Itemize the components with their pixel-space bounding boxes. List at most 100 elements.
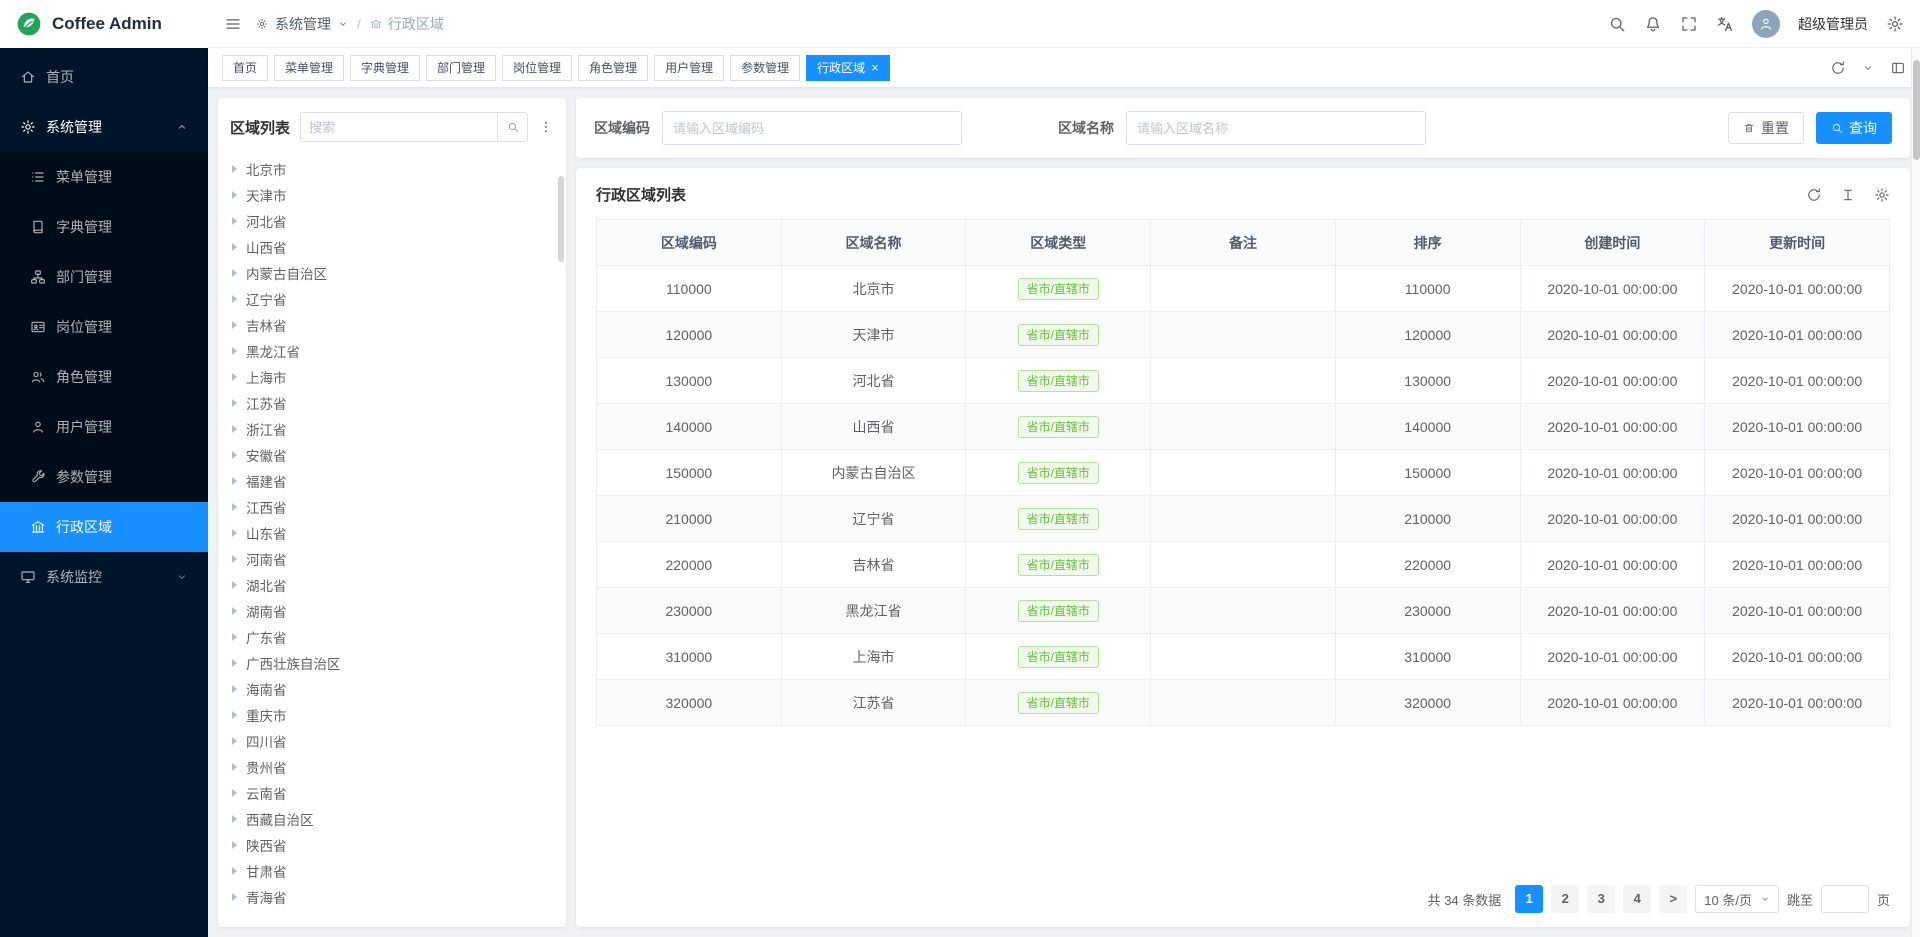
layout-icon[interactable] xyxy=(1890,60,1906,76)
caret-right-icon[interactable] xyxy=(232,841,237,849)
region-name-input[interactable] xyxy=(1126,111,1426,145)
tab-dept[interactable]: 部门管理 xyxy=(426,55,496,81)
caret-right-icon[interactable] xyxy=(232,711,237,719)
settings-gear-icon[interactable] xyxy=(1886,15,1904,33)
table-row[interactable]: 320000江苏省省市/直辖市3200002020-10-01 00:00:00… xyxy=(597,680,1890,726)
caret-right-icon[interactable] xyxy=(232,581,237,589)
tree-search-button[interactable] xyxy=(497,113,527,141)
caret-right-icon[interactable] xyxy=(232,347,237,355)
bell-icon[interactable] xyxy=(1644,15,1662,33)
caret-right-icon[interactable] xyxy=(232,607,237,615)
page-button[interactable]: 1 xyxy=(1515,885,1543,913)
sidebar-group-monitor[interactable]: 系统监控 xyxy=(0,552,208,602)
caret-right-icon[interactable] xyxy=(232,217,237,225)
caret-right-icon[interactable] xyxy=(232,815,237,823)
sidebar-item-user[interactable]: 用户管理 xyxy=(0,402,208,452)
tree-item[interactable]: 重庆市 xyxy=(218,702,566,728)
caret-right-icon[interactable] xyxy=(232,503,237,511)
sidebar-item-menu[interactable]: 菜单管理 xyxy=(0,152,208,202)
tree-item[interactable]: 河北省 xyxy=(218,208,566,234)
tab-role[interactable]: 角色管理 xyxy=(578,55,648,81)
refresh-icon[interactable] xyxy=(1830,60,1846,76)
tab-home[interactable]: 首页 xyxy=(222,55,268,81)
sidebar-item-home[interactable]: 首页 xyxy=(0,52,208,102)
tree-item[interactable]: 西藏自治区 xyxy=(218,806,566,832)
tree-item[interactable]: 内蒙古自治区 xyxy=(218,260,566,286)
tree-item[interactable]: 广东省 xyxy=(218,624,566,650)
tree-item[interactable]: 四川省 xyxy=(218,728,566,754)
sidebar-item-param[interactable]: 参数管理 xyxy=(0,452,208,502)
sidebar-item-dict[interactable]: 字典管理 xyxy=(0,202,208,252)
table-row[interactable]: 140000山西省省市/直辖市1400002020-10-01 00:00:00… xyxy=(597,404,1890,450)
caret-right-icon[interactable] xyxy=(232,659,237,667)
tree-item[interactable]: 湖北省 xyxy=(218,572,566,598)
caret-right-icon[interactable] xyxy=(232,373,237,381)
jump-page-input[interactable] xyxy=(1821,885,1869,913)
search-icon[interactable] xyxy=(1608,15,1626,33)
chevron-down-icon[interactable] xyxy=(1862,62,1874,74)
next-page-button[interactable]: > xyxy=(1659,885,1687,913)
tree-item[interactable]: 云南省 xyxy=(218,780,566,806)
column-settings-gear-icon[interactable] xyxy=(1874,187,1890,203)
tree-item[interactable]: 吉林省 xyxy=(218,312,566,338)
tree-item[interactable]: 青海省 xyxy=(218,884,566,910)
caret-right-icon[interactable] xyxy=(232,269,237,277)
caret-right-icon[interactable] xyxy=(232,555,237,563)
caret-right-icon[interactable] xyxy=(232,425,237,433)
tab-region[interactable]: 行政区域× xyxy=(806,55,890,81)
sidebar-group-system[interactable]: 系统管理 xyxy=(0,102,208,152)
tree-item[interactable]: 福建省 xyxy=(218,468,566,494)
page-button[interactable]: 2 xyxy=(1551,885,1579,913)
caret-down-icon[interactable] xyxy=(338,19,348,29)
tree-item[interactable]: 安徽省 xyxy=(218,442,566,468)
tree-item[interactable]: 天津市 xyxy=(218,182,566,208)
table-row[interactable]: 150000内蒙古自治区省市/直辖市1500002020-10-01 00:00… xyxy=(597,450,1890,496)
reset-button[interactable]: 重置 xyxy=(1728,112,1804,144)
caret-right-icon[interactable] xyxy=(232,295,237,303)
caret-right-icon[interactable] xyxy=(232,789,237,797)
tab-menu[interactable]: 菜单管理 xyxy=(274,55,344,81)
caret-right-icon[interactable] xyxy=(232,763,237,771)
tree-scrollbar-thumb[interactable] xyxy=(558,176,564,262)
avatar[interactable] xyxy=(1752,10,1780,38)
page-size-select[interactable]: 10 条/页 xyxy=(1695,885,1779,913)
table-row[interactable]: 310000上海市省市/直辖市3100002020-10-01 00:00:00… xyxy=(597,634,1890,680)
sidebar-collapse-icon[interactable] xyxy=(224,15,242,33)
tab-param[interactable]: 参数管理 xyxy=(730,55,800,81)
table-row[interactable]: 220000吉林省省市/直辖市2200002020-10-01 00:00:00… xyxy=(597,542,1890,588)
table-row[interactable]: 130000河北省省市/直辖市1300002020-10-01 00:00:00… xyxy=(597,358,1890,404)
tree-item[interactable]: 贵州省 xyxy=(218,754,566,780)
tree-item[interactable]: 浙江省 xyxy=(218,416,566,442)
tree-item[interactable]: 江苏省 xyxy=(218,390,566,416)
current-user-name[interactable]: 超级管理员 xyxy=(1798,14,1868,34)
caret-right-icon[interactable] xyxy=(232,191,237,199)
tree-item[interactable]: 辽宁省 xyxy=(218,286,566,312)
tree-item[interactable]: 江西省 xyxy=(218,494,566,520)
tab-dict[interactable]: 字典管理 xyxy=(350,55,420,81)
language-icon[interactable] xyxy=(1716,15,1734,33)
tree-item[interactable]: 陕西省 xyxy=(218,832,566,858)
table-row[interactable]: 230000黑龙江省省市/直辖市2300002020-10-01 00:00:0… xyxy=(597,588,1890,634)
page-button[interactable]: 3 xyxy=(1587,885,1615,913)
caret-right-icon[interactable] xyxy=(232,477,237,485)
table-row[interactable]: 210000辽宁省省市/直辖市2100002020-10-01 00:00:00… xyxy=(597,496,1890,542)
caret-right-icon[interactable] xyxy=(232,685,237,693)
sidebar-item-region[interactable]: 行政区域 xyxy=(0,502,208,552)
fullscreen-icon[interactable] xyxy=(1680,15,1698,33)
window-scrollbar-thumb[interactable] xyxy=(1913,60,1920,160)
query-button[interactable]: 查询 xyxy=(1816,112,1892,144)
caret-right-icon[interactable] xyxy=(232,737,237,745)
tree-item[interactable]: 海南省 xyxy=(218,676,566,702)
table-row[interactable]: 120000天津市省市/直辖市1200002020-10-01 00:00:00… xyxy=(597,312,1890,358)
caret-right-icon[interactable] xyxy=(232,529,237,537)
breadcrumb-parent[interactable]: 系统管理 xyxy=(275,14,331,34)
caret-right-icon[interactable] xyxy=(232,451,237,459)
caret-right-icon[interactable] xyxy=(232,633,237,641)
table-row[interactable]: 110000北京市省市/直辖市1100002020-10-01 00:00:00… xyxy=(597,266,1890,312)
tree-item[interactable]: 黑龙江省 xyxy=(218,338,566,364)
tree-item[interactable]: 北京市 xyxy=(218,156,566,182)
caret-right-icon[interactable] xyxy=(232,321,237,329)
tree-item[interactable]: 上海市 xyxy=(218,364,566,390)
refresh-icon[interactable] xyxy=(1806,187,1822,203)
tab-close-icon[interactable]: × xyxy=(871,61,879,74)
